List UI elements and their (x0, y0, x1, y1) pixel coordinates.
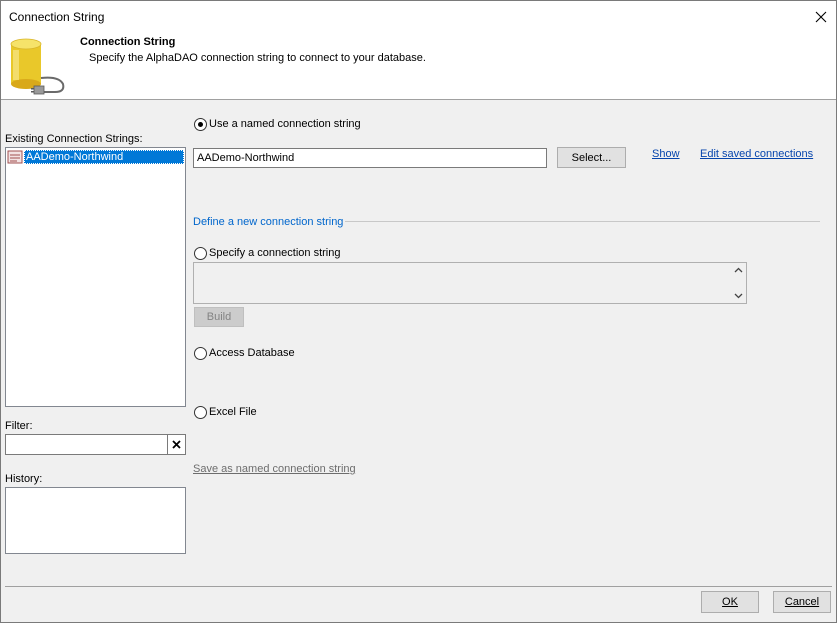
excel-file-label: Excel File (209, 406, 257, 418)
show-link[interactable]: Show (652, 148, 680, 160)
cancel-label: Cancel (784, 596, 820, 608)
connection-icon (7, 150, 23, 163)
clear-filter-button[interactable] (167, 434, 186, 455)
define-group-label: Define a new connection string (193, 216, 344, 228)
window-title: Connection String (9, 10, 105, 24)
dialog-header: Connection String Specify the AlphaDAO c… (1, 32, 836, 100)
build-button[interactable]: Build (194, 307, 244, 327)
cancel-button[interactable]: Cancel (773, 591, 831, 613)
excel-file-radio[interactable] (194, 406, 207, 419)
history-list[interactable] (5, 487, 186, 554)
existing-connections-label: Existing Connection Strings: (5, 133, 143, 145)
textarea-scrollbar[interactable] (730, 263, 746, 303)
connection-string-textarea[interactable] (193, 262, 747, 304)
specify-connection-radio[interactable] (194, 247, 207, 260)
list-item[interactable]: AADemo-Northwind (7, 149, 184, 164)
ok-label: OK (722, 596, 738, 608)
connection-string-dialog: Connection String Connection String Spec… (0, 0, 837, 623)
header-description: Specify the AlphaDAO connection string t… (89, 52, 426, 64)
ok-button[interactable]: OK (701, 591, 759, 613)
named-connection-field[interactable]: AADemo-Northwind (193, 148, 547, 168)
scroll-up-icon[interactable] (734, 267, 743, 273)
access-database-label: Access Database (209, 347, 295, 359)
select-button[interactable]: Select... (557, 147, 626, 168)
close-button[interactable] (806, 1, 836, 32)
existing-connections-list[interactable]: AADemo-Northwind (5, 147, 186, 407)
filter-input[interactable] (5, 434, 169, 455)
save-named-connection-link[interactable]: Save as named connection string (193, 463, 356, 475)
history-label: History: (5, 473, 43, 485)
access-database-radio[interactable] (194, 347, 207, 360)
clear-icon (172, 440, 181, 449)
header-title: Connection String (80, 36, 176, 48)
group-divider (345, 221, 820, 222)
edit-saved-connections-link[interactable]: Edit saved connections (700, 148, 813, 160)
specify-connection-label: Specify a connection string (209, 247, 341, 259)
database-plug-icon (10, 38, 65, 95)
close-icon (815, 11, 827, 22)
list-item-label: AADemo-Northwind (24, 149, 184, 164)
use-named-label: Use a named connection string (209, 118, 361, 130)
title-bar: Connection String (1, 1, 836, 32)
use-named-radio[interactable] (194, 118, 207, 131)
scroll-down-icon[interactable] (734, 293, 743, 299)
footer-divider (5, 586, 832, 587)
filter-label: Filter: (5, 420, 33, 432)
